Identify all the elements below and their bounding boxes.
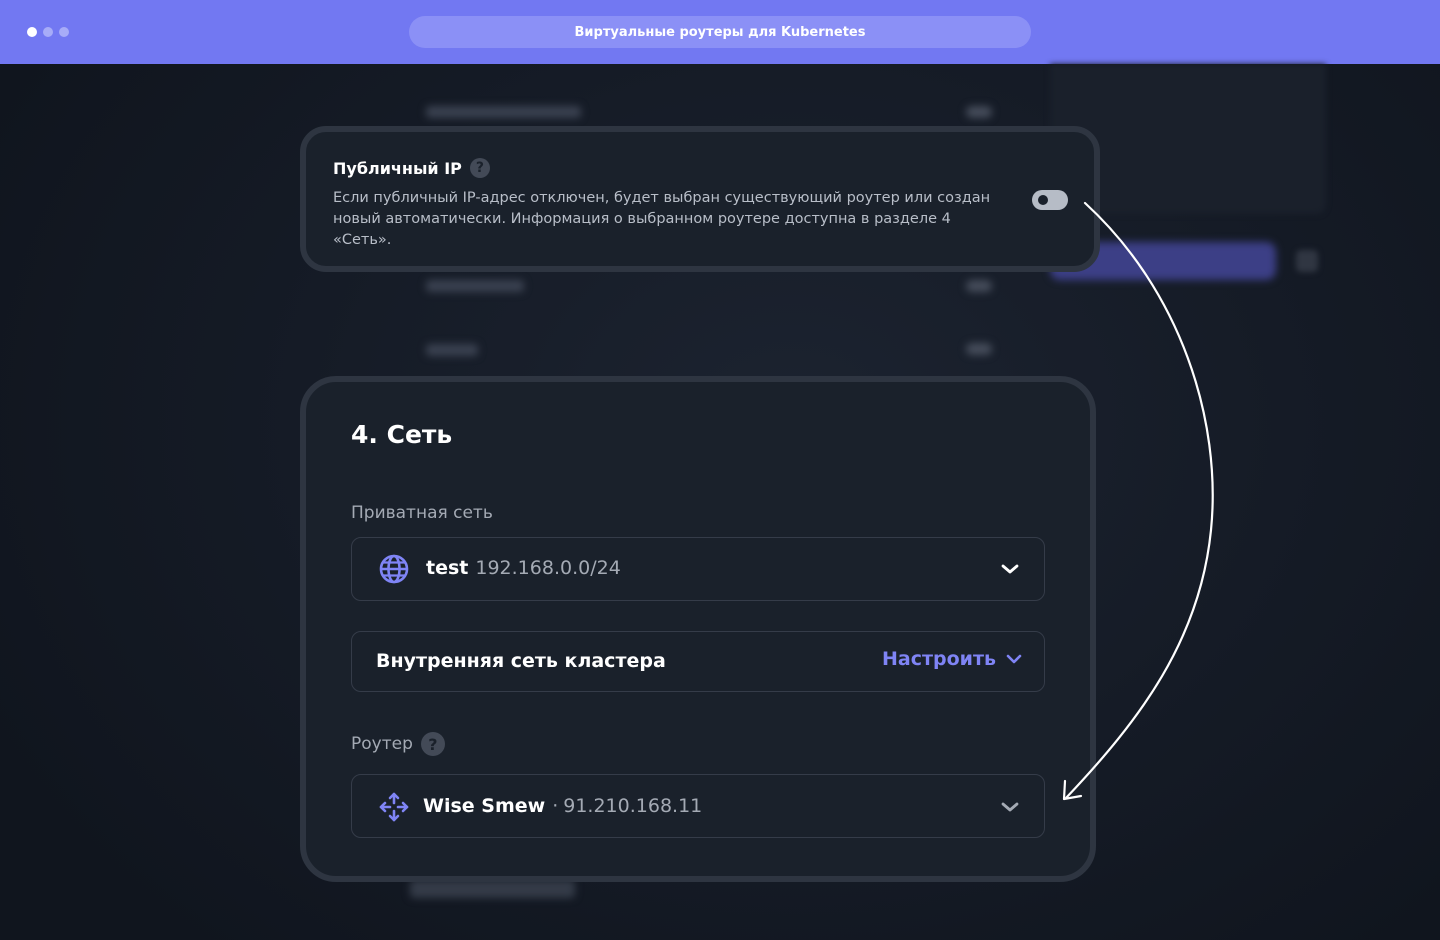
curved-arrow-icon — [1062, 201, 1214, 801]
